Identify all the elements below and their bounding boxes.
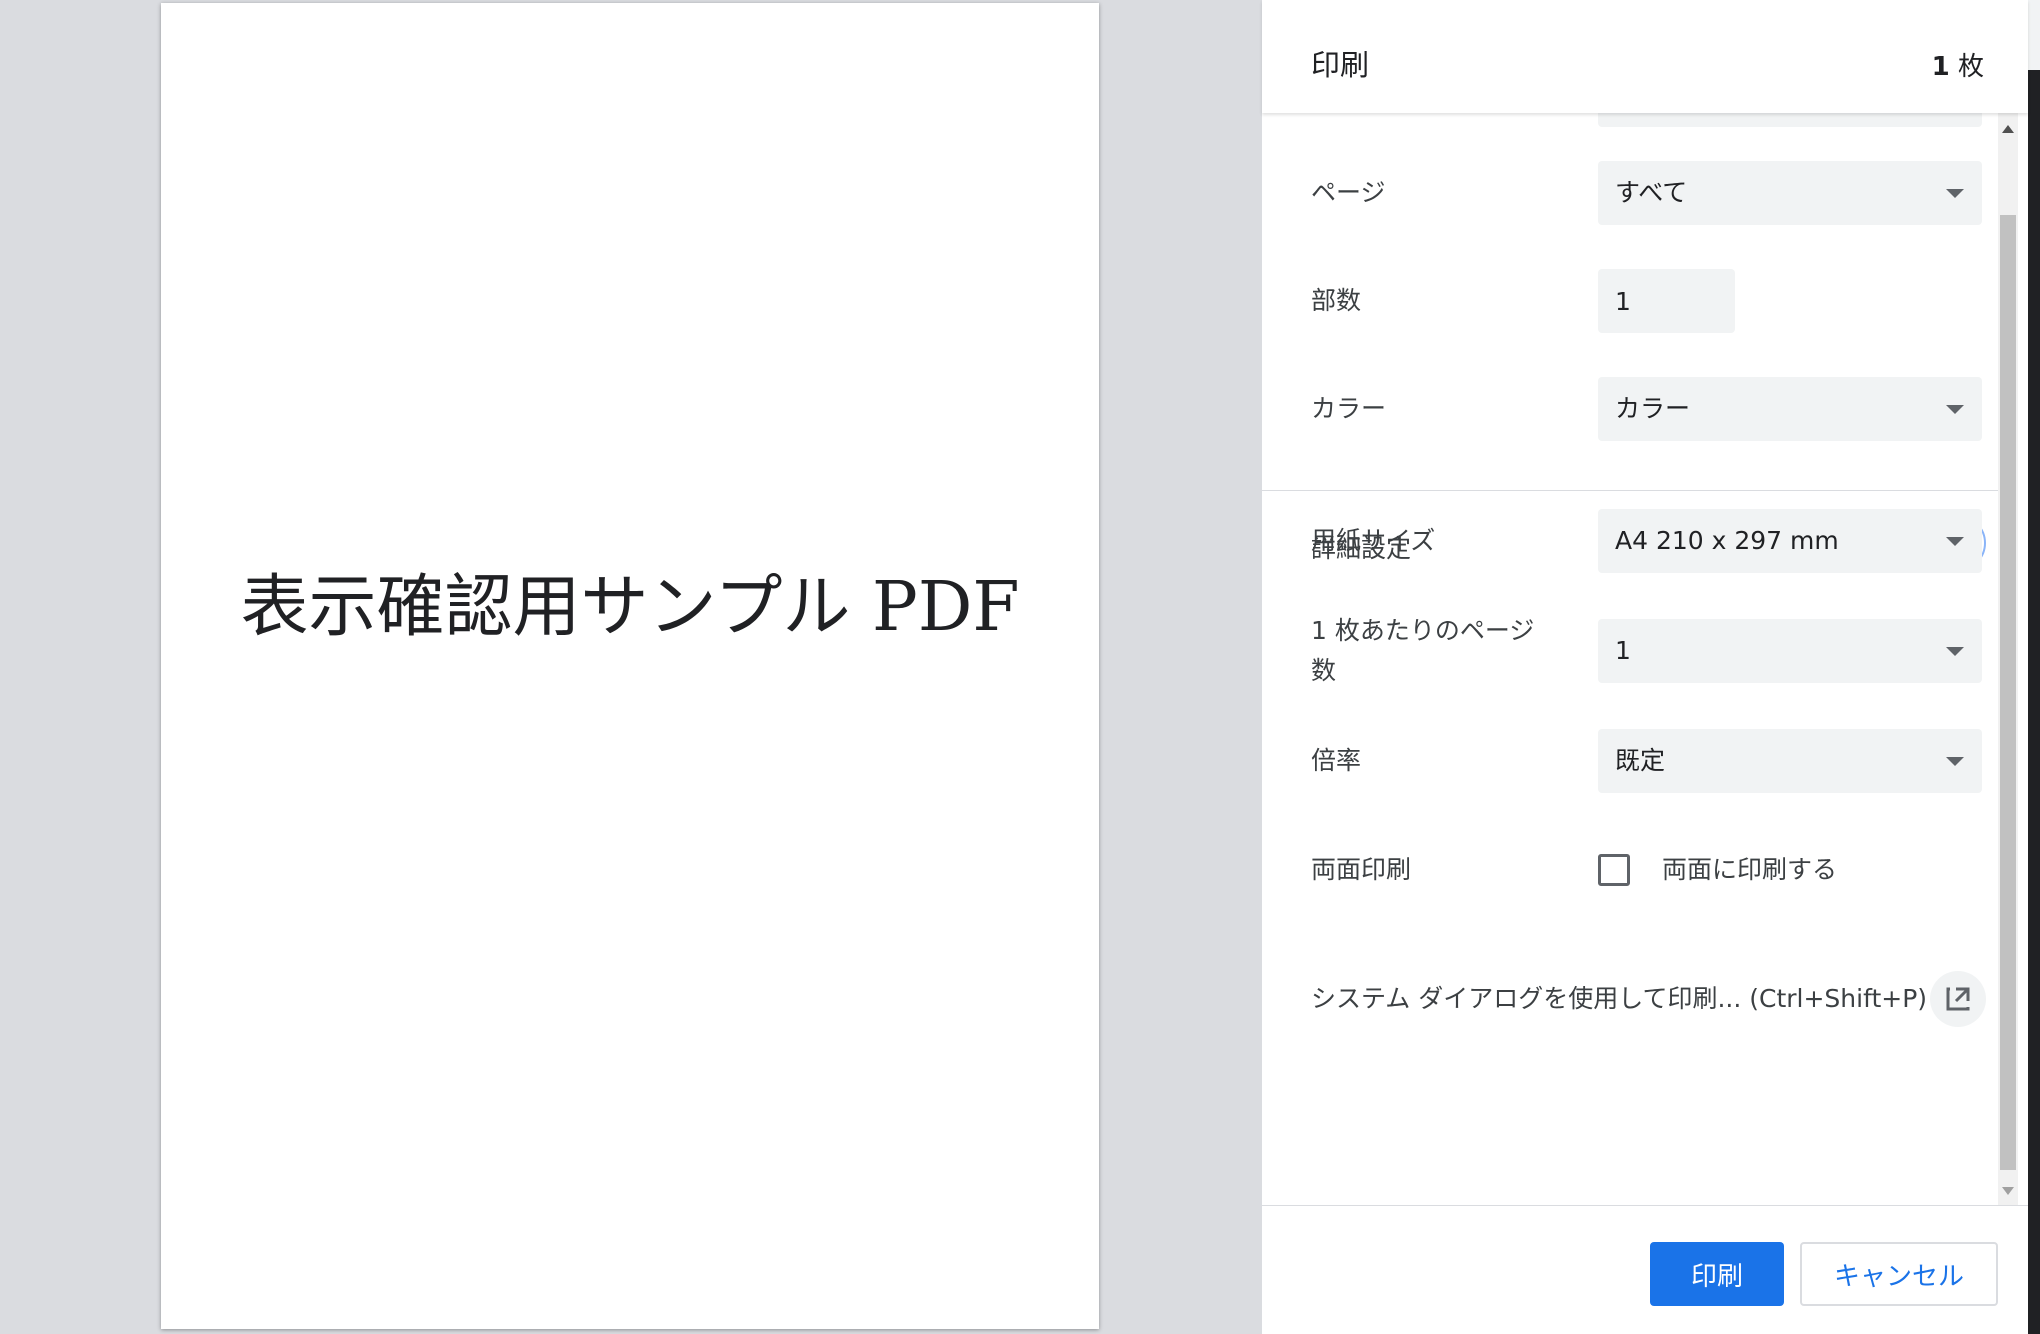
preview-page: 表示確認用サンプル PDF (161, 3, 1099, 1329)
pages-select[interactable]: すべて (1598, 161, 1982, 225)
scale-select[interactable]: 既定 (1598, 729, 1982, 793)
sidebar-header: 印刷 1 枚 (1262, 0, 2028, 113)
sheet-count: 1 枚 (1932, 46, 1984, 83)
pages-per-sheet-label-line2: 数 (1311, 656, 1337, 685)
settings-panel[interactable]: ページ すべて 部数 カラー カラー 詳細設定 (1262, 113, 1998, 1205)
pages-select-value: すべて (1615, 178, 1688, 207)
caret-down-icon (1946, 757, 1964, 766)
settings-scrollbar[interactable] (1998, 113, 2018, 1205)
section-divider (1262, 490, 1998, 491)
page-title: 印刷 (1311, 48, 1370, 82)
copies-input[interactable] (1598, 269, 1735, 333)
system-dialog-button[interactable] (1930, 971, 1986, 1027)
paper-size-label: 用紙サイズ (1311, 526, 1436, 555)
open-in-new-icon (1946, 987, 1970, 1011)
pages-label: ページ (1311, 178, 1386, 207)
destination-field-partial[interactable] (1598, 113, 1982, 127)
pages-per-sheet-select-value: 1 (1615, 636, 1631, 665)
scale-label: 倍率 (1311, 746, 1362, 775)
duplex-checkbox-label[interactable]: 両面に印刷する (1662, 850, 1837, 890)
color-select-value: カラー (1615, 394, 1691, 423)
pages-per-sheet-select[interactable]: 1 (1598, 619, 1982, 683)
color-select[interactable]: カラー (1598, 377, 1982, 441)
color-label: カラー (1311, 394, 1387, 423)
duplex-label: 両面印刷 (1311, 855, 1412, 884)
preview-area: 表示確認用サンプル PDF (0, 0, 1262, 1334)
sidebar-footer: 印刷 キャンセル (1262, 1205, 2028, 1334)
scrollbar-thumb[interactable] (2000, 215, 2016, 1170)
scroll-down-arrow-icon[interactable] (2002, 1187, 2014, 1195)
print-button[interactable]: 印刷 (1650, 1242, 1784, 1306)
paper-size-select-value: A4 210 x 297 mm (1615, 526, 1839, 555)
preview-page-text: 表示確認用サンプル PDF (240, 568, 1020, 647)
duplex-checkbox[interactable] (1598, 854, 1630, 886)
copies-label: 部数 (1311, 286, 1362, 315)
caret-down-icon (1946, 405, 1964, 414)
sheet-count-number: 1 (1931, 52, 1950, 82)
sheet-count-unit: 枚 (1957, 52, 1984, 82)
caret-down-icon (1946, 537, 1964, 546)
system-dialog-link[interactable]: システム ダイアログを使用して印刷... (Ctrl+Shift+P) (1311, 979, 1927, 1019)
paper-size-select[interactable]: A4 210 x 297 mm (1598, 509, 1982, 573)
caret-down-icon (1946, 189, 1964, 198)
pages-per-sheet-label-line1: 1 枚あたりのページ (1311, 616, 1535, 645)
print-sidebar: 印刷 1 枚 ページ すべて 部数 カラー カラー (1262, 0, 2028, 1334)
cancel-button[interactable]: キャンセル (1800, 1242, 1998, 1306)
scroll-up-arrow-icon[interactable] (2002, 125, 2014, 133)
window-edge (2028, 0, 2040, 1334)
scale-select-value: 既定 (1615, 746, 1666, 775)
window-edge-top (2028, 0, 2040, 70)
caret-down-icon (1946, 647, 1964, 656)
